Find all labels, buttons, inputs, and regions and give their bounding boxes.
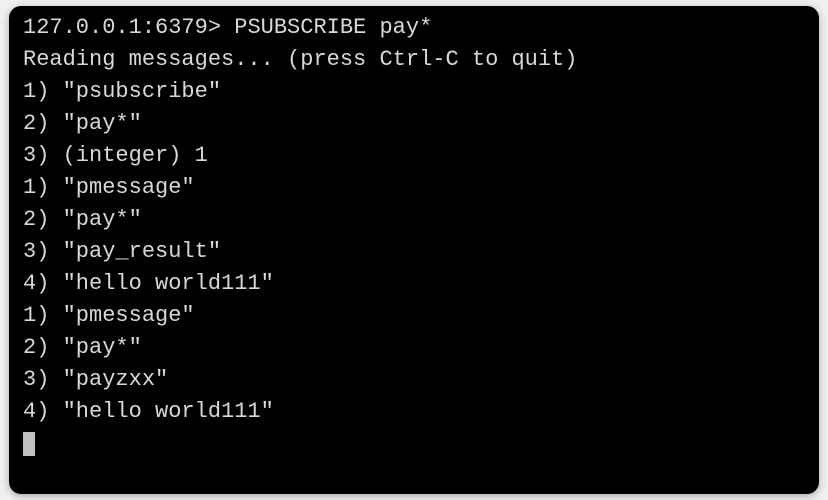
output-line: 3) (integer) 1 [23, 140, 805, 172]
output-line: 4) "hello world111" [23, 268, 805, 300]
output-line: 1) "psubscribe" [23, 76, 805, 108]
cursor [23, 428, 805, 460]
output-line: 2) "pay*" [23, 332, 805, 364]
output-line: 3) "pay_result" [23, 236, 805, 268]
output-line: 1) "pmessage" [23, 300, 805, 332]
prompt-address: 127.0.0.1:6379 [23, 12, 208, 44]
terminal-window[interactable]: 127.0.0.1:6379> PSUBSCRIBE pay* Reading … [9, 6, 819, 494]
output-line: 1) "pmessage" [23, 172, 805, 204]
output-line: 2) "pay*" [23, 204, 805, 236]
output-line: 4) "hello world111" [23, 396, 805, 428]
prompt-line: 127.0.0.1:6379> PSUBSCRIBE pay* [23, 12, 805, 44]
output-line: 3) "payzxx" [23, 364, 805, 396]
command-input[interactable]: PSUBSCRIBE pay* [234, 12, 432, 44]
status-message: Reading messages... (press Ctrl-C to qui… [23, 44, 805, 76]
prompt-separator: > [208, 12, 234, 44]
output-line: 2) "pay*" [23, 108, 805, 140]
